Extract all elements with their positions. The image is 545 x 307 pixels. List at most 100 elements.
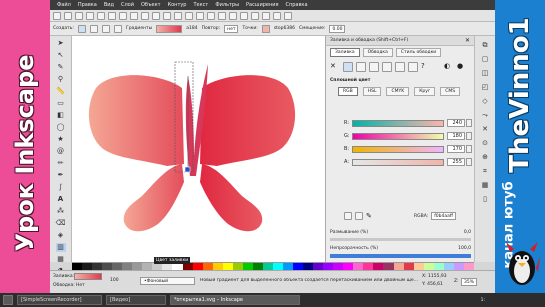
snap-midpoints-icon[interactable]: ⊙ (480, 139, 490, 148)
gradient-name[interactable]: a184 (186, 26, 197, 31)
taskbar-item-inkscape[interactable]: *открытка1.svg – Inkscape (170, 295, 300, 305)
new-document-icon[interactable] (53, 12, 61, 20)
print-icon[interactable] (86, 12, 94, 20)
no-paint-icon[interactable]: ✕ (330, 62, 340, 72)
blue-value-field[interactable]: 170 (447, 145, 465, 153)
tab-stroke-style[interactable]: Стиль обводки (395, 48, 442, 57)
text-icon[interactable] (240, 12, 248, 20)
blue-slider[interactable] (352, 145, 444, 153)
gradient-tool-icon[interactable]: ▥ (55, 243, 66, 252)
stop-color-swatch[interactable] (261, 24, 270, 33)
pencil-tool-icon[interactable]: ✏ (56, 159, 66, 168)
undo-icon[interactable] (119, 12, 127, 20)
red-value-field[interactable]: 240 (447, 119, 465, 127)
mode-cms[interactable]: CMS (440, 87, 461, 96)
group-icon[interactable] (207, 12, 215, 20)
tweak-tool-icon[interactable]: ✎ (56, 63, 66, 72)
color-palette[interactable] (72, 262, 474, 271)
pen-tool-icon[interactable]: ✒ (56, 171, 66, 180)
fill-indicator-swatch[interactable] (74, 273, 102, 280)
radial-gradient-paint-button[interactable] (369, 62, 379, 72)
green-value-field[interactable]: 180 (447, 132, 465, 140)
tab-fill[interactable]: Заливка (330, 48, 360, 57)
snap-centers-icon[interactable]: ⊕ (480, 153, 490, 162)
gradient-preview[interactable] (156, 24, 183, 33)
measure-tool-icon[interactable]: 📏 (56, 87, 66, 96)
layers-icon[interactable] (251, 12, 259, 20)
menu-item-2[interactable]: Вид (104, 2, 114, 8)
mode-wheel[interactable]: Круг (414, 87, 436, 96)
linear-gradient-button[interactable] (77, 24, 86, 33)
taskbar-item-video[interactable]: [Видео] (106, 295, 166, 305)
text-tool-icon[interactable]: A (56, 195, 66, 204)
menu-item-5[interactable]: Контур (168, 2, 187, 8)
rectangle-tool-icon[interactable]: ▭ (56, 99, 66, 108)
tab-stroke-paint[interactable]: Обводка (362, 48, 393, 57)
alpha-slider[interactable] (352, 158, 444, 166)
open-icon[interactable] (64, 12, 72, 20)
linear-gradient-paint-button[interactable] (356, 62, 366, 72)
align-icon[interactable] (273, 12, 281, 20)
red-spinner[interactable] (466, 119, 472, 127)
on-fill-button[interactable] (101, 24, 110, 33)
fill-rule-nonzero-icon[interactable]: ● (457, 62, 467, 72)
paste-icon[interactable] (152, 12, 160, 20)
node-tool-icon[interactable]: ↖ (56, 51, 66, 60)
bucket-tool-icon[interactable]: ◈ (56, 231, 66, 240)
radial-gradient-button[interactable] (89, 24, 98, 33)
color-picker-icon[interactable]: ✎ (366, 212, 372, 220)
menu-item-1[interactable]: Правка (78, 2, 97, 8)
menu-item-4[interactable]: Объект (141, 2, 161, 8)
preferences-icon[interactable] (284, 12, 292, 20)
pattern-paint-button[interactable] (395, 62, 405, 72)
fill-rule-icon[interactable]: ◐ (444, 62, 454, 72)
menu-item-9[interactable]: Справка (285, 2, 307, 8)
export-icon[interactable] (108, 12, 116, 20)
close-icon[interactable]: ✕ (465, 37, 470, 44)
snap-nodes-icon[interactable]: ◇ (480, 97, 490, 106)
opacity-indicator[interactable]: 100 (110, 278, 119, 283)
green-slider[interactable] (352, 132, 444, 140)
zoom-fit-icon[interactable] (174, 12, 182, 20)
snap-guides-icon[interactable]: ⌗ (480, 167, 490, 176)
duplicate-icon[interactable] (185, 12, 193, 20)
alpha-spinner[interactable] (466, 158, 472, 166)
app-menu-icon[interactable] (3, 295, 13, 305)
snap-corners-icon[interactable]: ◰ (480, 83, 490, 92)
import-icon[interactable] (97, 12, 105, 20)
mesh-paint-button[interactable] (382, 62, 392, 72)
stroke-indicator-value[interactable]: Нет (76, 283, 85, 288)
offset-field[interactable]: 0.00 (329, 24, 346, 33)
stop-select[interactable]: stop6386 (274, 26, 295, 31)
calligraphy-tool-icon[interactable]: ∫ (56, 183, 66, 192)
snap-grid-icon[interactable]: ▦ (480, 181, 490, 190)
menu-item-0[interactable]: Файл (57, 2, 71, 8)
red-slider[interactable] (352, 119, 444, 127)
alpha-value-field[interactable]: 255 (447, 158, 465, 166)
snap-bbox-icon[interactable]: ▢ (480, 55, 490, 64)
copy-icon[interactable] (141, 12, 149, 20)
zoom-icon[interactable] (163, 12, 171, 20)
snap-enable-icon[interactable]: ⧉ (480, 41, 490, 50)
ungroup-icon[interactable] (218, 12, 226, 20)
menu-item-8[interactable]: Расширения (246, 2, 278, 8)
layer-selector[interactable]: •Фоновый (140, 277, 195, 285)
zoom-field[interactable]: 35% (461, 278, 478, 286)
menu-item-3[interactable]: Слой (121, 2, 134, 8)
mesh-tool-icon[interactable]: ▦ (56, 255, 66, 264)
green-spinner[interactable] (466, 132, 472, 140)
snap-intersections-icon[interactable]: ✕ (480, 125, 490, 134)
blue-spinner[interactable] (466, 145, 472, 153)
star-tool-icon[interactable]: ★ (56, 135, 66, 144)
opacity-value[interactable]: 100,0 (458, 246, 471, 251)
spiral-tool-icon[interactable]: @ (56, 147, 66, 156)
flat-color-button[interactable] (343, 62, 353, 72)
3d-box-tool-icon[interactable]: ◧ (56, 111, 66, 120)
on-stroke-button[interactable] (113, 24, 122, 33)
xml-editor-icon[interactable] (262, 12, 270, 20)
snap-edges-icon[interactable]: ◫ (480, 69, 490, 78)
blur-slider[interactable] (330, 238, 471, 241)
taskbar-item-recorder[interactable]: [SimpleScreenRecorder] (17, 295, 102, 305)
spray-tool-icon[interactable]: ⁂ (56, 207, 66, 216)
selector-tool-icon[interactable]: ➤ (56, 39, 66, 48)
